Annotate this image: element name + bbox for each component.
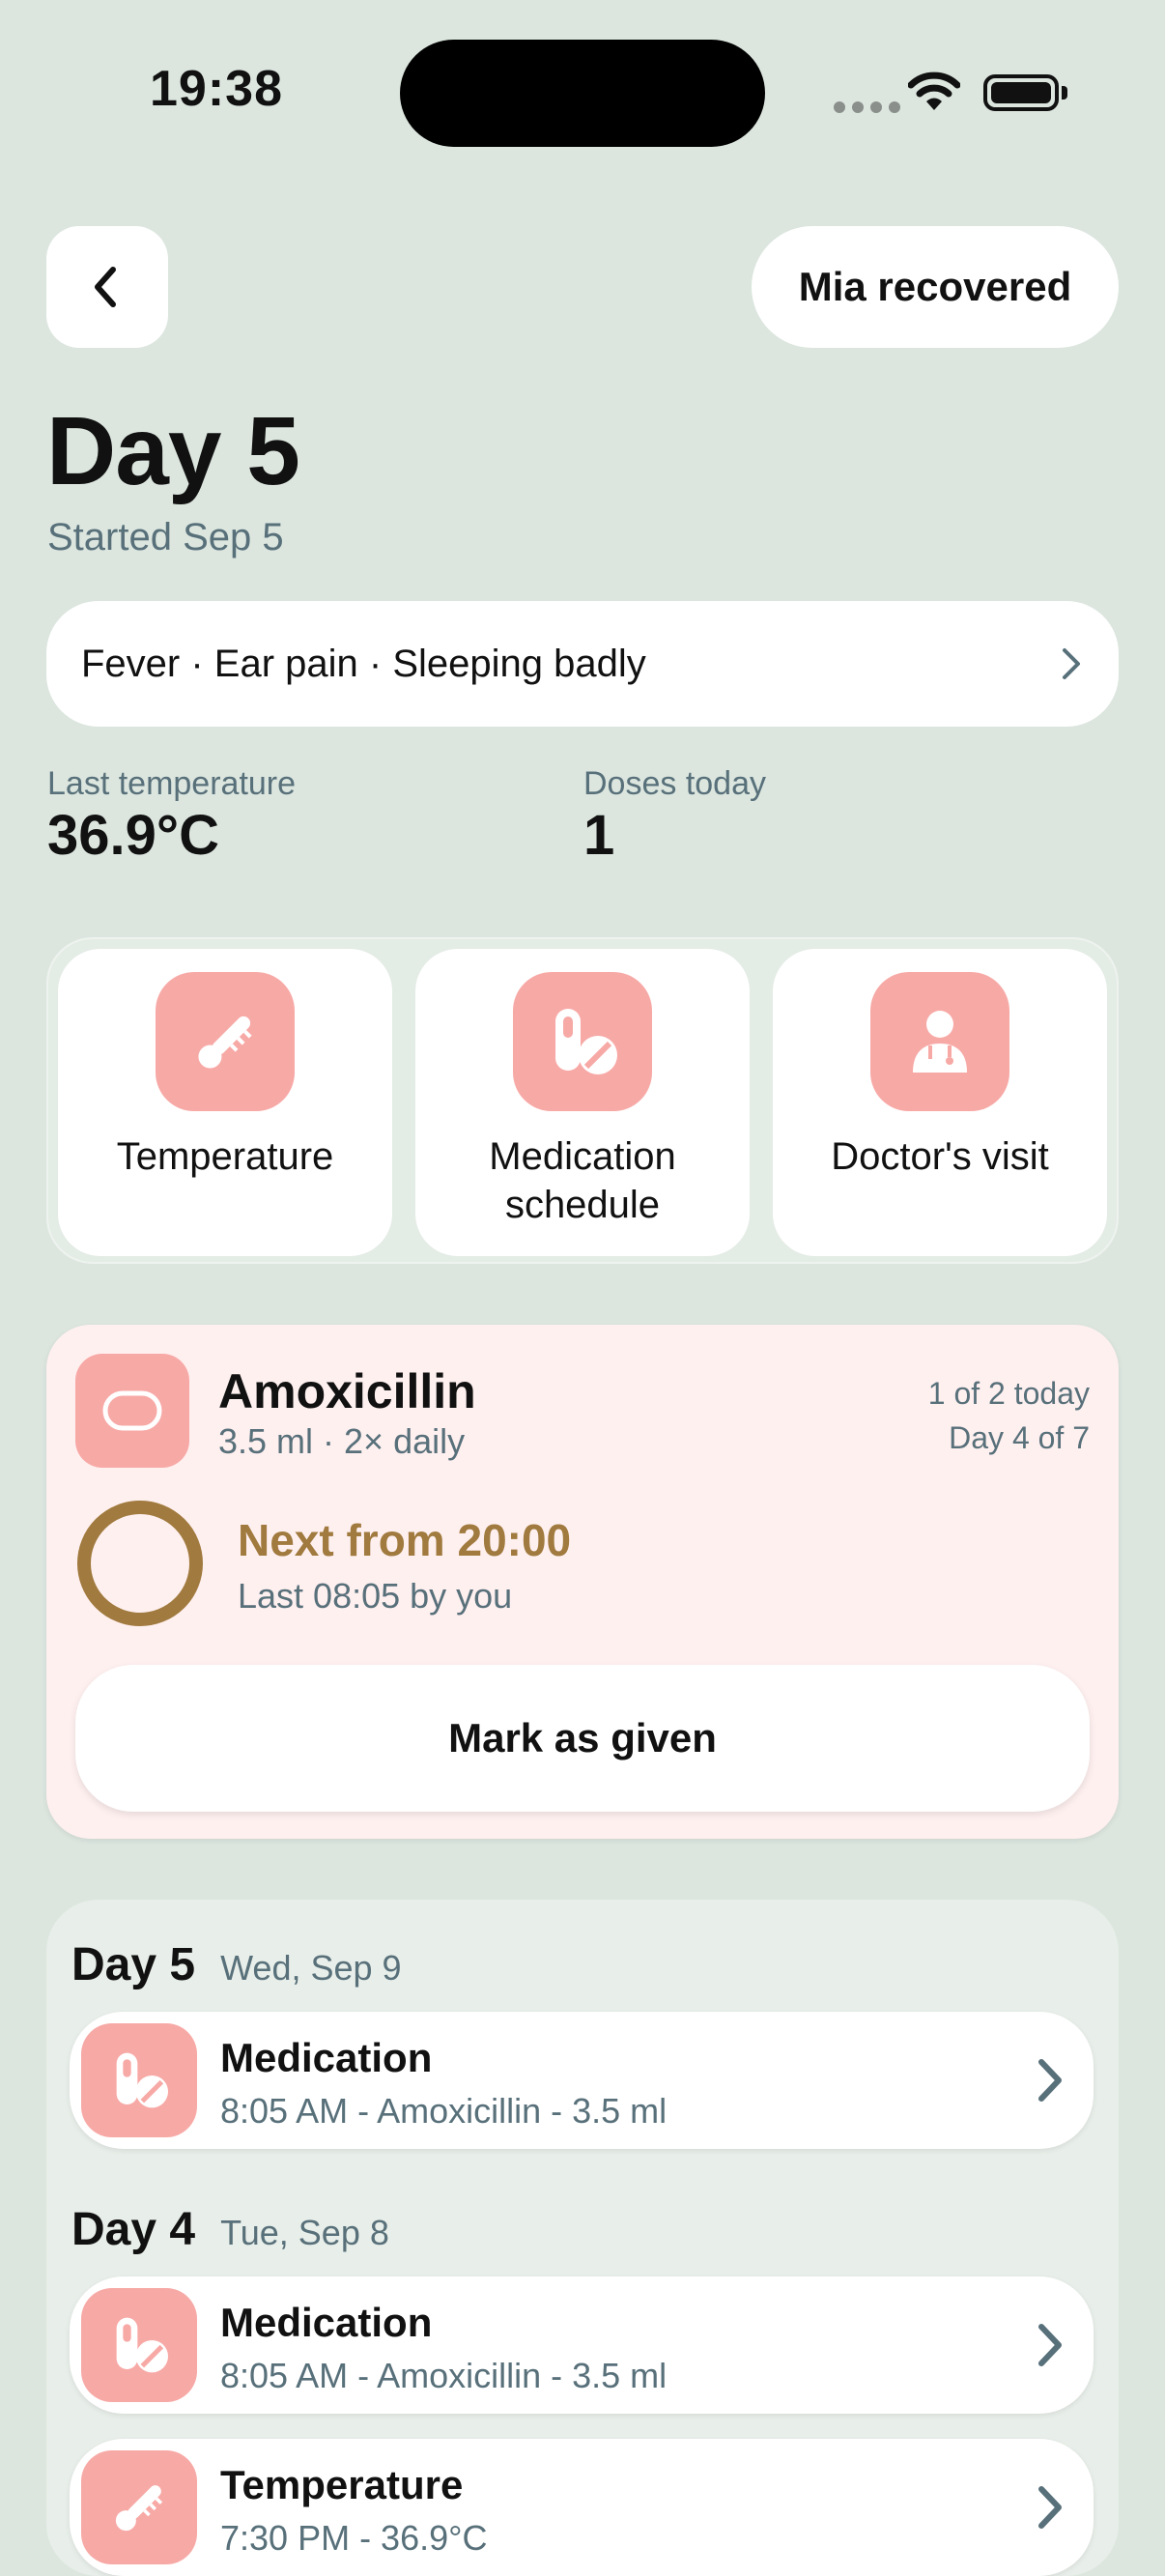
doctor-icon [870, 972, 1009, 1111]
thermometer-icon [156, 972, 295, 1111]
symptoms-text: Fever · Ear pain · Sleeping badly [81, 642, 646, 685]
doses-today-label: Doses today [583, 765, 766, 802]
pills-icon [81, 2023, 197, 2137]
battery-icon [983, 74, 1059, 111]
last-dose-info: Last 08:05 by you [238, 1576, 513, 1616]
temperature-action-label: Temperature [116, 1135, 334, 1178]
mark-as-given-button[interactable]: Mark as given [75, 1665, 1090, 1812]
day-header: Day 5 Wed, Sep 9 [71, 1938, 402, 1991]
entry-title: Temperature [220, 2462, 464, 2507]
medication-schedule-action-label: Medication schedule [489, 1135, 676, 1226]
history-entry[interactable]: Medication 8:05 AM - Amoxicillin - 3.5 m… [70, 2012, 1094, 2149]
started-date: Started Sep 5 [47, 516, 284, 558]
entry-title: Medication [220, 2300, 433, 2345]
entry-subtitle: 8:05 AM - Amoxicillin - 3.5 ml [220, 2356, 668, 2395]
next-dose-time: Next from 20:00 [238, 1515, 572, 1565]
doses-progress-today: 1 of 2 today [927, 1376, 1090, 1411]
doctors-visit-action-label: Doctor's visit [831, 1135, 1049, 1178]
entry-title: Medication [220, 2035, 433, 2080]
entry-subtitle: 8:05 AM - Amoxicillin - 3.5 ml [220, 2091, 668, 2131]
last-temperature-label: Last temperature [47, 765, 297, 802]
history-entry[interactable]: Medication 8:05 AM - Amoxicillin - 3.5 m… [70, 2276, 1094, 2414]
medication-card: Amoxicillin 3.5 ml · 2× daily 1 of 2 tod… [46, 1325, 1119, 1839]
symptoms-row[interactable]: Fever · Ear pain · Sleeping badly [46, 601, 1119, 727]
pills-icon [513, 972, 652, 1111]
chevron-right-icon [1063, 648, 1080, 679]
day-date: Tue, Sep 8 [220, 2213, 389, 2252]
medication-dose: 3.5 ml · 2× daily [218, 1421, 466, 1461]
medication-progress: 1 of 2 today Day 4 of 7 [928, 1371, 1090, 1460]
last-temperature-value: 36.9°C [47, 804, 219, 867]
pills-icon [81, 2288, 197, 2402]
battery-cap [1062, 86, 1067, 100]
wifi-icon [908, 72, 960, 110]
medication-name: Amoxicillin [218, 1364, 476, 1418]
capsule-icon [75, 1354, 189, 1468]
day-label: Day 5 [71, 1939, 196, 1990]
history-entry[interactable]: Temperature 7:30 PM - 36.9°C [70, 2439, 1094, 2576]
temperature-action[interactable]: Temperature [58, 949, 392, 1256]
doses-today-stat: Doses today 1 [583, 765, 766, 868]
day-date: Wed, Sep 9 [220, 1948, 402, 1988]
day-header: Day 4 Tue, Sep 8 [71, 2203, 389, 2256]
chevron-right-icon [1038, 2059, 1062, 2102]
mia-recovered-button[interactable]: Mia recovered [752, 226, 1119, 348]
doses-today-value: 1 [583, 804, 615, 867]
medication-schedule-action[interactable]: Medication schedule [415, 949, 750, 1256]
thermometer-icon [81, 2450, 197, 2564]
course-day: Day 4 of 7 [949, 1420, 1090, 1455]
chevron-right-icon [1038, 2324, 1062, 2366]
day-label: Day 4 [71, 2204, 196, 2255]
dose-timer-ring-icon [77, 1501, 203, 1626]
chevron-left-icon [95, 267, 116, 307]
cellular-signal-icon [834, 101, 900, 113]
back-button[interactable] [46, 226, 168, 348]
entry-subtitle: 7:30 PM - 36.9°C [220, 2518, 488, 2558]
quick-actions: Temperature Medication schedule Doctor's… [46, 937, 1119, 1264]
doctors-visit-action[interactable]: Doctor's visit [773, 949, 1107, 1256]
last-temperature-stat: Last temperature 36.9°C [47, 765, 296, 868]
dynamic-island [400, 40, 765, 147]
page-title: Day 5 [46, 397, 300, 505]
chevron-right-icon [1038, 2486, 1062, 2529]
history-timeline: Day 5 Wed, Sep 9 Medication 8:05 AM - Am… [46, 1900, 1119, 2576]
status-time: 19:38 [150, 61, 283, 117]
